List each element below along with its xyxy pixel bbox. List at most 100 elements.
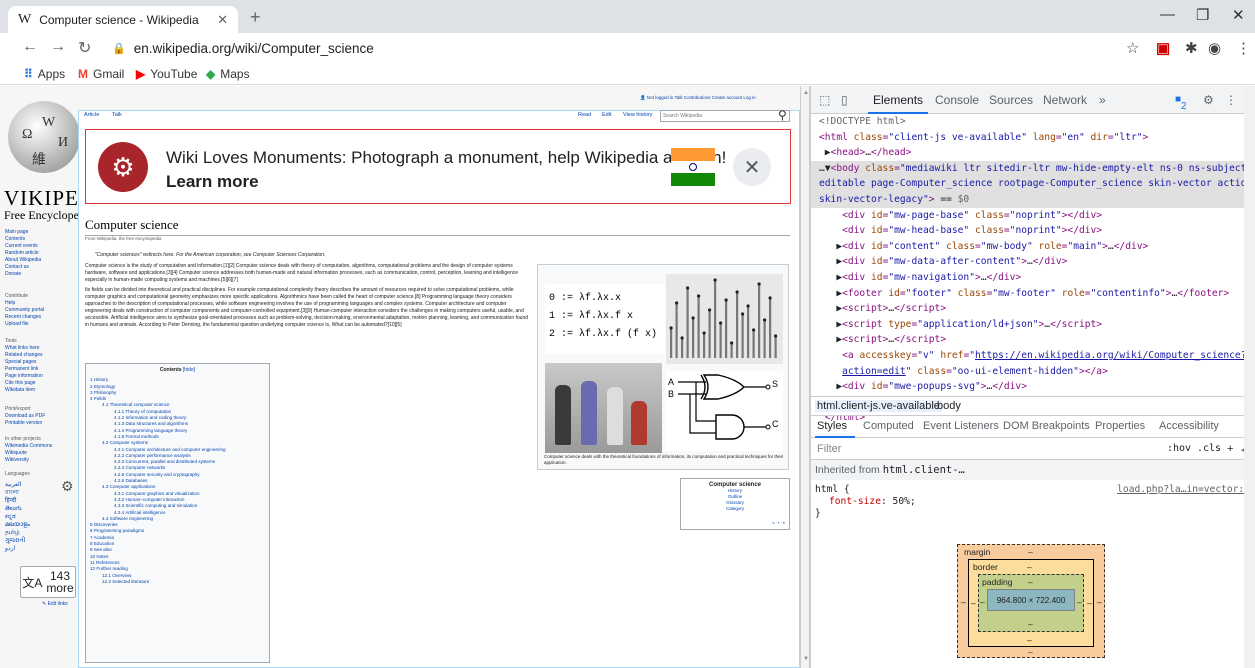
dom-tree[interactable]: <!DOCTYPE html> <html class="client-js ve… xyxy=(811,114,1255,423)
scroll-up-icon[interactable]: ▲ xyxy=(803,90,809,96)
breadcrumb-html[interactable]: html.client-js.ve-available xyxy=(815,400,942,412)
margin-right-value[interactable]: – xyxy=(1097,597,1102,607)
border-left-value[interactable]: – xyxy=(971,598,976,608)
language-link[interactable]: ಕನ್ನಡ xyxy=(5,513,30,521)
dom-node-line[interactable]: <div id="mw-head-base" class="noprint"><… xyxy=(811,223,1255,239)
dom-node-line[interactable]: <html class="client-js ve-available" lan… xyxy=(811,130,1255,146)
language-link[interactable]: தமிழ் xyxy=(5,529,30,537)
dom-node-line[interactable]: ▶<script type="application/ld+json">…</s… xyxy=(811,317,1255,333)
wikipedia-globe-logo[interactable]: ΩWИ維 xyxy=(8,101,80,173)
sidebar-link[interactable]: Wikiquote xyxy=(5,450,52,457)
maximize-icon[interactable]: ❐ xyxy=(1196,6,1209,24)
more-languages-button[interactable]: 文A 143 more xyxy=(20,566,76,598)
tab-article[interactable]: Article xyxy=(84,112,99,118)
tab-read[interactable]: Read xyxy=(578,112,591,118)
sidebar-link[interactable]: Page information xyxy=(5,373,43,380)
css-property-value[interactable]: 50%; xyxy=(893,496,916,507)
sidebar-link[interactable]: Wikimedia Commons xyxy=(5,443,52,450)
tab-properties[interactable]: Properties xyxy=(1095,420,1145,432)
language-link[interactable]: বাংলা xyxy=(5,489,30,497)
dom-node-line[interactable]: <!DOCTYPE html> xyxy=(811,114,1255,130)
banner-close-button[interactable]: ✕ xyxy=(733,148,771,186)
bookmark-youtube[interactable]: ▶ YouTube xyxy=(136,67,197,81)
star-icon[interactable]: ☆ xyxy=(1126,39,1139,57)
tab-event-listeners[interactable]: Event Listeners xyxy=(923,420,999,432)
dom-node-line[interactable]: action=edit" class="oo-ui-element-hidden… xyxy=(811,364,1255,380)
tab-network[interactable]: Network xyxy=(1043,93,1087,107)
dom-node-line[interactable]: ▶<div id="content" class="mw-body" role=… xyxy=(811,239,1255,255)
border-bottom-value[interactable]: – xyxy=(1027,635,1032,645)
devtools-menu-icon[interactable]: ⋮ xyxy=(1225,93,1237,107)
sidebar-link[interactable]: Contact us xyxy=(5,264,41,271)
padding-top-value[interactable]: – xyxy=(1028,577,1033,587)
back-icon[interactable]: ← xyxy=(22,38,38,56)
language-link[interactable]: اردو xyxy=(5,545,30,553)
sidebar-link[interactable]: Main page xyxy=(5,229,41,236)
css-property-name[interactable]: font-size xyxy=(829,496,881,507)
language-link[interactable]: العربية xyxy=(5,481,30,489)
dom-node-line[interactable]: ▶<script>…</script> xyxy=(811,301,1255,317)
tab-close-icon[interactable]: ✕ xyxy=(217,12,228,28)
tab-computed[interactable]: Computed xyxy=(863,420,914,432)
more-tabs-button[interactable]: » xyxy=(1099,93,1106,107)
dom-node-line[interactable]: <a accesskey="v" href="https://en.wikipe… xyxy=(811,348,1255,364)
extensions-puzzle-icon[interactable]: ✱ xyxy=(1185,39,1198,57)
learn-more-link[interactable]: Learn more xyxy=(166,172,259,192)
dom-node-line[interactable]: ▶<footer id="footer" class="mw-footer" r… xyxy=(811,286,1255,302)
sidebar-link[interactable]: Printable version xyxy=(5,420,45,427)
dom-node-line[interactable]: ▶<div id="mw-data-after-content">…</div> xyxy=(811,254,1255,270)
address-bar[interactable]: 🔒 en.wikipedia.org/wiki/Computer_science xyxy=(112,37,1162,59)
sidebar-link[interactable]: Current events xyxy=(5,243,41,250)
tab-styles[interactable]: Styles xyxy=(817,420,847,432)
dom-node-line[interactable]: …▼<body class="mediawiki ltr sitedir-ltr… xyxy=(811,160,1255,177)
menu-kebab-icon[interactable]: ⋮ xyxy=(1236,39,1251,57)
tab-edit[interactable]: Edit xyxy=(602,112,611,118)
margin-top-value[interactable]: – xyxy=(1028,547,1033,557)
class-toggle[interactable]: .cls xyxy=(1197,443,1221,454)
sidebar-link[interactable]: Cite this page xyxy=(5,380,43,387)
navbox-link[interactable]: Category xyxy=(681,506,789,512)
sidebar-link[interactable]: Community portal xyxy=(5,307,44,314)
bookmark-gmail[interactable]: M Gmail xyxy=(78,67,124,81)
tab-wikipedia[interactable]: W Computer science - Wikipedia ✕ xyxy=(8,6,238,33)
padding-right-value[interactable]: – xyxy=(1077,597,1082,607)
tab-console[interactable]: Console xyxy=(935,93,979,107)
sidebar-link[interactable]: About Wikipedia xyxy=(5,257,41,264)
forward-icon[interactable]: → xyxy=(50,38,66,56)
edit-links[interactable]: ✎ Edit links xyxy=(42,601,68,607)
tab-sources[interactable]: Sources xyxy=(989,93,1033,107)
bookmark-apps[interactable]: ⠿ Apps xyxy=(24,67,65,81)
tab-talk[interactable]: Talk xyxy=(112,112,122,118)
sidebar-link[interactable]: Wikiversity xyxy=(5,457,52,464)
sidebar-link[interactable]: Help xyxy=(5,300,44,307)
device-toolbar-icon[interactable]: ▯ xyxy=(841,93,848,107)
new-style-rule-icon[interactable]: + xyxy=(1227,443,1233,455)
sidebar-link[interactable]: Recent changes xyxy=(5,314,44,321)
rule-source-link[interactable]: load.php?la…in=vector:1 xyxy=(1117,484,1250,496)
inspect-element-icon[interactable]: ⬚ xyxy=(819,93,830,107)
sidebar-link[interactable]: Random article xyxy=(5,250,41,257)
tab-elements[interactable]: Elements xyxy=(873,93,923,107)
breadcrumb-body[interactable]: body xyxy=(937,400,961,412)
padding-bottom-value[interactable]: – xyxy=(1028,619,1033,629)
window-close-icon[interactable]: ✕ xyxy=(1232,6,1245,24)
language-settings-gear-icon[interactable]: ⚙ xyxy=(61,478,74,495)
scroll-down-icon[interactable]: ▼ xyxy=(803,656,809,662)
toc-hide-link[interactable]: [hide] xyxy=(183,367,195,373)
language-link[interactable]: हिन्दी xyxy=(5,497,30,505)
sidebar-link[interactable]: Upload file xyxy=(5,321,44,328)
search-icon[interactable]: ⚲ xyxy=(778,108,787,122)
margin-left-value[interactable]: – xyxy=(961,597,966,607)
language-link[interactable]: മലയാളം xyxy=(5,521,30,529)
pdf-extension-icon[interactable]: ▣ xyxy=(1156,39,1170,57)
sidebar-link[interactable]: What links here xyxy=(5,345,43,352)
personal-links[interactable]: Not logged in Talk Contributions Create … xyxy=(647,95,756,100)
inherited-selector[interactable]: html.client-… xyxy=(883,464,965,476)
bookmark-maps[interactable]: ◆ Maps xyxy=(206,67,250,81)
tab-dom-breakpoints[interactable]: DOM Breakpoints xyxy=(1003,420,1090,432)
tab-view-history[interactable]: View history xyxy=(623,112,653,118)
page-scrollbar[interactable]: ▲ ▼ xyxy=(800,86,810,668)
profile-icon[interactable]: ◉ xyxy=(1208,39,1221,57)
box-model-content[interactable]: 964.800 × 722.400 xyxy=(987,589,1075,611)
styles-filter-input[interactable]: Filter xyxy=(817,443,841,455)
